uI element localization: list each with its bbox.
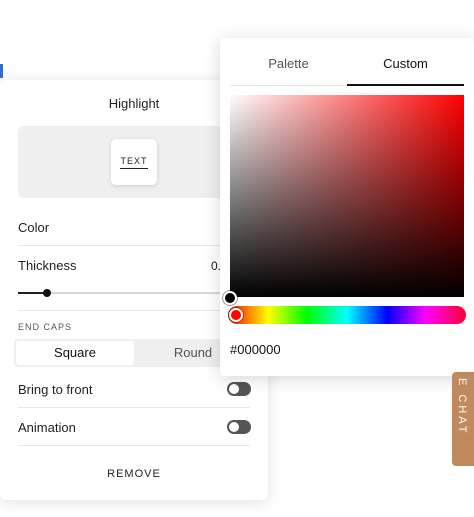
color-picker-popover: Palette Custom [220,38,474,376]
active-tab-indicator [347,84,464,86]
end-caps-label: END CAPS [18,322,73,332]
preview-area: TEXT [18,126,250,198]
bring-to-front-toggle[interactable] [227,382,251,396]
preview-text: TEXT [120,156,148,169]
chat-tab-label: E CHAT [456,378,468,436]
thickness-slider-handle[interactable] [43,289,51,297]
chat-tab[interactable]: E CHAT [452,372,474,466]
color-row[interactable]: Color [18,220,250,235]
saturation-value-area[interactable] [230,95,464,297]
hue-slider[interactable] [228,306,466,324]
tab-palette[interactable]: Palette [230,56,347,71]
end-caps-segmented-control: Square Round [14,339,254,367]
hex-input[interactable] [230,339,460,361]
thickness-slider[interactable] [18,289,228,297]
divider [18,310,250,311]
remove-button[interactable]: REMOVE [0,468,268,480]
saturation-value-handle[interactable] [223,291,237,305]
hue-slider-handle[interactable] [229,308,243,322]
text-preview-chip[interactable]: TEXT [111,139,157,185]
animation-toggle[interactable] [227,420,251,434]
divider [18,245,250,246]
divider [18,445,250,446]
animation-label: Animation [18,420,76,435]
bring-to-front-label: Bring to front [18,382,93,397]
divider [18,407,250,408]
tab-custom[interactable]: Custom [347,56,464,71]
edge-indicator [0,64,3,78]
end-caps-square-button[interactable]: Square [16,341,134,365]
